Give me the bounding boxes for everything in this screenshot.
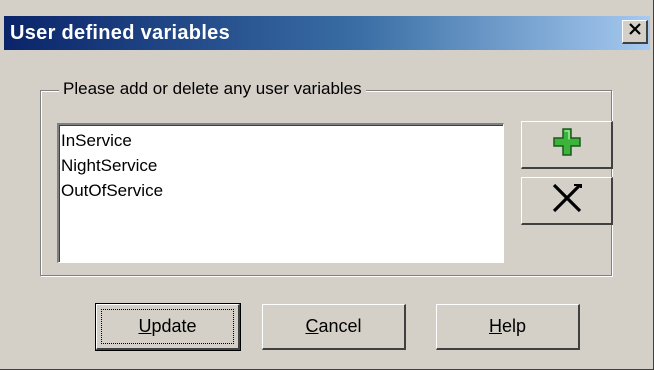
update-button[interactable]: Update	[95, 303, 241, 351]
close-button[interactable]	[622, 20, 648, 44]
cross-icon	[550, 183, 584, 218]
dialog-title: User defined variables	[10, 22, 231, 44]
focus-rect	[101, 309, 234, 344]
list-item[interactable]: OutOfService	[59, 178, 503, 203]
variables-listbox[interactable]: InService NightService OutOfService	[57, 123, 504, 263]
help-button-label: Help	[488, 316, 527, 336]
list-item[interactable]: NightService	[59, 153, 503, 178]
title-bar[interactable]: User defined variables	[4, 16, 650, 50]
delete-variable-button[interactable]	[521, 177, 613, 225]
add-variable-button[interactable]	[521, 121, 613, 169]
variables-groupbox: Please add or delete any user variables …	[40, 79, 613, 276]
plus-icon	[552, 127, 582, 162]
cancel-button-label: Cancel	[305, 316, 362, 336]
list-item[interactable]: InService	[59, 128, 503, 153]
help-button[interactable]: Help	[436, 304, 580, 350]
user-variables-dialog: User defined variables Please add or del…	[0, 0, 654, 370]
cancel-button[interactable]: Cancel	[262, 304, 406, 350]
close-icon	[628, 22, 642, 41]
groupbox-legend: Please add or delete any user variables	[59, 79, 366, 99]
